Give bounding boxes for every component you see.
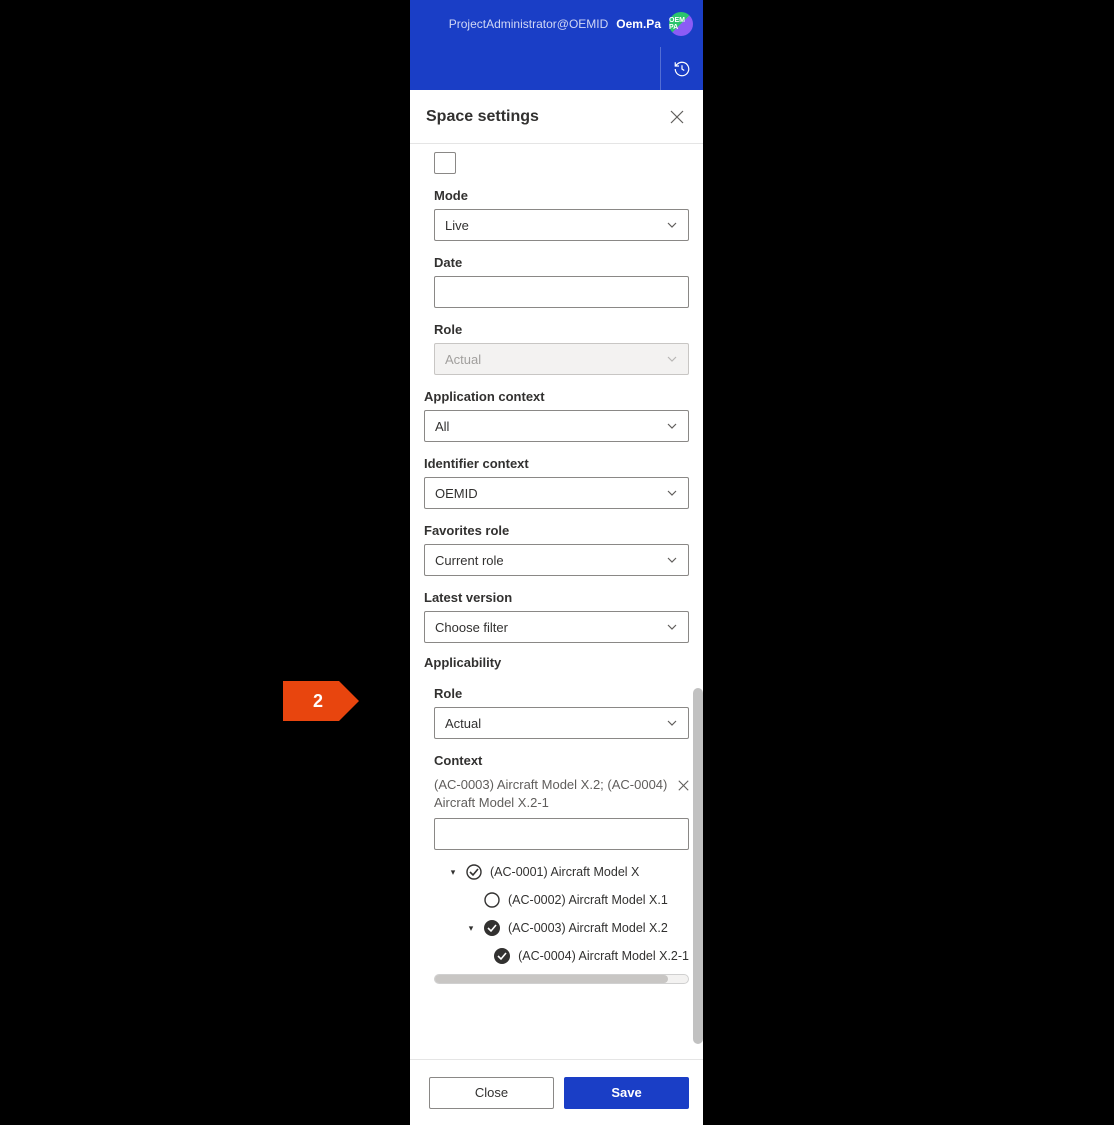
- tree-collapse-icon[interactable]: ▾: [466, 923, 476, 934]
- fav-role-select[interactable]: Current role: [424, 544, 689, 576]
- context-clear-button[interactable]: [678, 778, 689, 796]
- chevron-down-icon: [666, 717, 678, 729]
- tree-item-label: (AC-0004) Aircraft Model X.2-1: [518, 949, 689, 963]
- panel-title: Space settings: [426, 108, 539, 126]
- context-tree: ▾ (AC-0001) Aircraft Model X (AC-0002) Air…: [434, 858, 689, 970]
- panel-header: Space settings: [410, 90, 703, 144]
- sub-bar: [410, 47, 703, 90]
- fav-role-value: Current role: [435, 553, 504, 568]
- panel-footer: Close Save: [410, 1059, 703, 1125]
- field-id-context: Identifier context OEMID: [424, 456, 689, 509]
- annotation-arrow: [339, 681, 359, 721]
- id-context-select[interactable]: OEMID: [424, 477, 689, 509]
- applicability-context-label: Context: [434, 753, 689, 768]
- role-top-select: Actual: [434, 343, 689, 375]
- mode-value: Live: [445, 218, 469, 233]
- checkbox-checked-icon: [494, 948, 510, 964]
- app-context-label: Application context: [424, 389, 689, 404]
- annotation-number: 2: [283, 681, 339, 721]
- field-fav-role: Favorites role Current role: [424, 523, 689, 576]
- id-context-label: Identifier context: [424, 456, 689, 471]
- avatar-text: OEM PA: [669, 17, 693, 31]
- field-applicability-role: Role Actual: [434, 686, 689, 739]
- checkbox-checked-icon: [484, 920, 500, 936]
- field-app-context: Application context All: [424, 389, 689, 442]
- tree-item-label: (AC-0003) Aircraft Model X.2: [508, 921, 668, 935]
- chevron-down-icon: [666, 487, 678, 499]
- tree-horizontal-scrollbar[interactable]: [434, 974, 689, 984]
- close-icon: [678, 780, 689, 791]
- chevron-down-icon: [666, 554, 678, 566]
- date-input[interactable]: [434, 276, 689, 308]
- date-label: Date: [434, 255, 689, 270]
- applicability-heading: Applicability: [410, 643, 703, 672]
- checkbox-empty-icon: [484, 892, 500, 908]
- app-context-value: All: [435, 419, 449, 434]
- field-date: Date: [434, 255, 689, 308]
- tree-item-label: (AC-0001) Aircraft Model X: [490, 865, 639, 879]
- tree-item[interactable]: (AC-0004) Aircraft Model X.2-1: [434, 942, 689, 970]
- history-button[interactable]: [660, 47, 703, 90]
- vertical-scrollbar[interactable]: [693, 688, 703, 1044]
- role-top-label: Role: [434, 322, 689, 337]
- field-latest-version: Latest version Choose filter: [424, 590, 689, 643]
- applicability-role-value: Actual: [445, 716, 481, 731]
- id-context-value: OEMID: [435, 486, 478, 501]
- field-role-top: Role Actual: [434, 322, 689, 375]
- latest-version-select[interactable]: Choose filter: [424, 611, 689, 643]
- fav-role-label: Favorites role: [424, 523, 689, 538]
- save-button[interactable]: Save: [564, 1077, 689, 1109]
- chevron-down-icon: [666, 219, 678, 231]
- applicability-role-label: Role: [434, 686, 689, 701]
- context-selected-text: (AC-0003) Aircraft Model X.2; (AC-0004) …: [434, 774, 689, 818]
- save-label: Save: [611, 1085, 641, 1100]
- context-search-input[interactable]: [434, 818, 689, 850]
- latest-version-label: Latest version: [424, 590, 689, 605]
- avatar[interactable]: OEM PA: [669, 12, 693, 36]
- tree-collapse-icon[interactable]: ▾: [448, 867, 458, 878]
- tree-item[interactable]: ▾ (AC-0001) Aircraft Model X: [434, 858, 689, 886]
- close-icon: [670, 110, 684, 124]
- checkbox-partial-icon: [466, 864, 482, 880]
- close-form-label: Close: [475, 1085, 508, 1100]
- account-user: Oem.Pa: [616, 17, 661, 31]
- close-form-button[interactable]: Close: [429, 1077, 554, 1109]
- account-email: ProjectAdministrator@OEMID: [449, 17, 609, 31]
- mode-select[interactable]: Live: [434, 209, 689, 241]
- tree-item-label: (AC-0002) Aircraft Model X.1: [508, 893, 668, 907]
- context-selected-value: (AC-0003) Aircraft Model X.2; (AC-0004) …: [434, 777, 667, 810]
- field-applicability-context: Context (AC-0003) Aircraft Model X.2; (A…: [434, 753, 689, 984]
- history-icon: [673, 60, 691, 78]
- tree-item[interactable]: (AC-0002) Aircraft Model X.1: [434, 886, 689, 914]
- app-frame: ProjectAdministrator@OEMID Oem.Pa OEM PA…: [410, 0, 703, 1125]
- applicability-role-select[interactable]: Actual: [434, 707, 689, 739]
- annotation-callout-2: 2: [283, 681, 359, 721]
- chevron-down-icon: [666, 621, 678, 633]
- panel-body: Mode Live Date Role Actual: [410, 144, 703, 1059]
- latest-version-value: Choose filter: [435, 620, 508, 635]
- mode-label: Mode: [434, 188, 689, 203]
- chevron-down-icon: [666, 353, 678, 365]
- partial-field-fragment: [434, 152, 456, 174]
- tree-item[interactable]: ▾ (AC-0003) Aircraft Model X.2: [434, 914, 689, 942]
- role-top-value: Actual: [445, 352, 481, 367]
- close-button[interactable]: [667, 107, 687, 127]
- field-mode: Mode Live: [434, 188, 689, 241]
- chevron-down-icon: [666, 420, 678, 432]
- app-context-select[interactable]: All: [424, 410, 689, 442]
- top-bar: ProjectAdministrator@OEMID Oem.Pa OEM PA: [410, 0, 703, 47]
